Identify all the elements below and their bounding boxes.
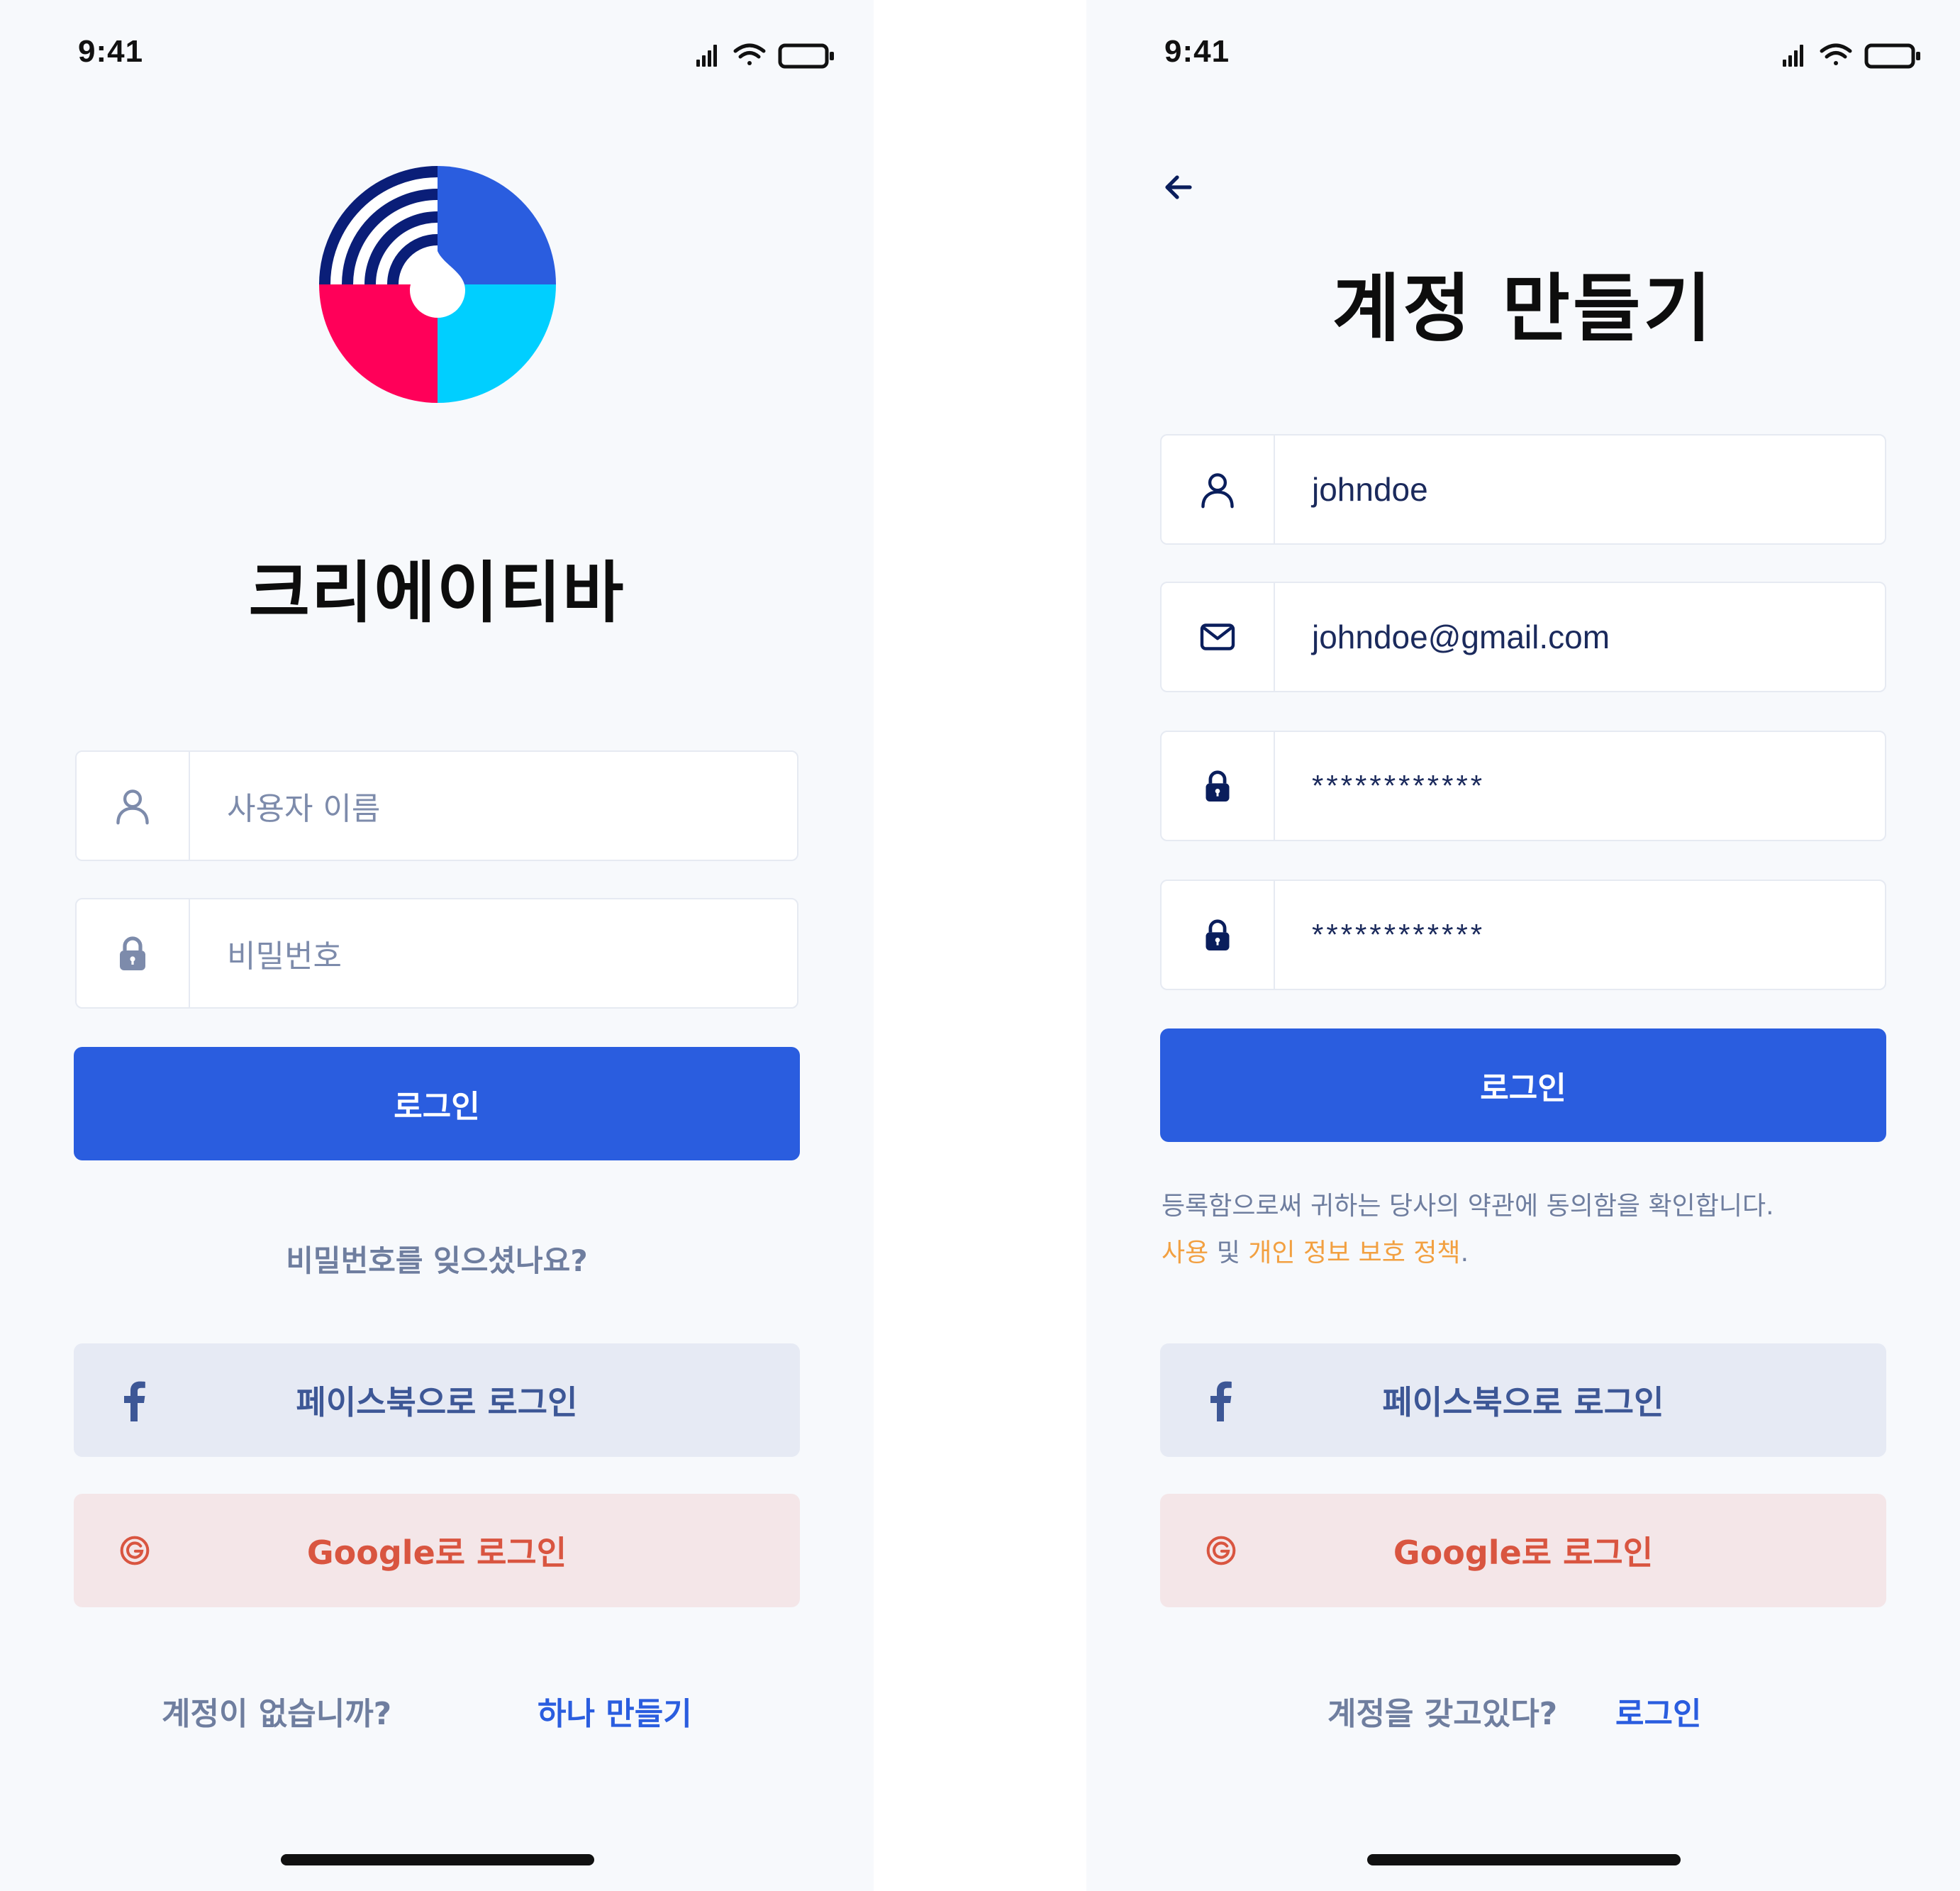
terms-period: . xyxy=(1460,1238,1469,1268)
privacy-policy-link[interactable]: 개인 정보 보호 정책 xyxy=(1248,1238,1460,1268)
status-time: 9:41 xyxy=(78,34,144,69)
field-icon-cell xyxy=(1162,436,1275,543)
field-icon-cell xyxy=(77,752,190,860)
login-link[interactable]: 로그인 xyxy=(1615,1688,1701,1734)
have-account-text: 계정을 갖고있다? xyxy=(1327,1696,1558,1732)
lock-icon xyxy=(1205,770,1230,802)
username-placeholder: 사용자 이름 xyxy=(227,791,381,827)
confirm-password-field[interactable]: ************ xyxy=(1160,880,1886,990)
mail-icon xyxy=(1200,623,1235,650)
terms-and: 및 xyxy=(1208,1238,1249,1268)
signal-icon xyxy=(696,45,717,67)
login-button[interactable]: 로그인 xyxy=(74,1047,800,1160)
password-value: ************ xyxy=(1312,769,1486,802)
field-icon-cell xyxy=(1162,881,1275,989)
lock-icon xyxy=(120,936,145,970)
wifi-icon xyxy=(733,43,766,65)
username-field[interactable]: 사용자 이름 xyxy=(75,750,798,861)
facebook-login-button[interactable]: 페이스북으로 로그인 xyxy=(1160,1343,1886,1457)
field-icon-cell xyxy=(77,899,190,1007)
facebook-button-label: 페이스북으로 로그인 xyxy=(1382,1383,1664,1421)
field-icon-cell xyxy=(1162,583,1275,691)
signal-icon xyxy=(1783,45,1803,67)
app-logo xyxy=(319,166,556,403)
google-button-label: Google로 로그인 xyxy=(1393,1534,1654,1572)
battery-icon xyxy=(778,43,834,69)
password-field[interactable]: 비밀번호 xyxy=(75,898,798,1009)
google-button-label: Google로 로그인 xyxy=(306,1534,567,1572)
home-indicator xyxy=(1367,1854,1681,1865)
field-icon-cell xyxy=(1162,732,1275,840)
google-login-button[interactable]: Google로 로그인 xyxy=(74,1494,800,1607)
facebook-button-label: 페이스북으로 로그인 xyxy=(296,1383,578,1421)
home-indicator xyxy=(281,1854,594,1865)
signup-login-button[interactable]: 로그인 xyxy=(1160,1028,1886,1142)
page-title: 계정 만들기 xyxy=(1332,265,1715,352)
google-login-button[interactable]: Google로 로그인 xyxy=(1160,1494,1886,1607)
arrow-left-icon[interactable] xyxy=(1162,170,1196,204)
password-field[interactable]: ************ xyxy=(1160,731,1886,841)
email-field[interactable]: johndoe@gmail.com xyxy=(1160,582,1886,692)
username-field[interactable]: johndoe xyxy=(1160,434,1886,545)
status-time: 9:41 xyxy=(1164,34,1230,69)
create-account-link[interactable]: 하나 만들기 xyxy=(538,1688,692,1734)
login-screen: 9:41 크리에이티바 사용자 이름 비밀번호 로그인 비밀번호를 잊으셨나요?… xyxy=(0,0,874,1891)
username-value: johndoe xyxy=(1312,471,1428,508)
status-icons xyxy=(1783,43,1920,69)
terms-line-1: 등록함으로써 귀하는 당사의 약관에 동의함을 확인합니다. xyxy=(1162,1192,1774,1221)
forgot-password-link[interactable]: 비밀번호를 잊으셨나요? xyxy=(0,1237,874,1280)
lock-icon xyxy=(1205,919,1230,950)
no-account-text: 계정이 없습니까? xyxy=(162,1696,392,1732)
user-icon xyxy=(1201,473,1234,509)
wifi-icon xyxy=(1820,43,1852,65)
terms-text: 등록함으로써 귀하는 당사의 약관에 동의함을 확인합니다. 사용 및 개인 정… xyxy=(1162,1183,1899,1277)
app-name: 크리에이티바 xyxy=(248,555,625,632)
signup-screen: 9:41 계정 만들기 johndoe johndoe@gmail.com **… xyxy=(1086,0,1960,1891)
confirm-password-value: ************ xyxy=(1312,918,1486,951)
facebook-login-button[interactable]: 페이스북으로 로그인 xyxy=(74,1343,800,1457)
email-value: johndoe@gmail.com xyxy=(1312,619,1610,655)
password-placeholder: 비밀번호 xyxy=(227,938,342,975)
user-icon xyxy=(116,789,149,825)
terms-line-2: 사용 및 개인 정보 보호 정책. xyxy=(1162,1230,1899,1277)
status-icons xyxy=(696,43,834,69)
terms-usage-link[interactable]: 사용 xyxy=(1162,1238,1208,1268)
battery-icon xyxy=(1864,43,1920,69)
